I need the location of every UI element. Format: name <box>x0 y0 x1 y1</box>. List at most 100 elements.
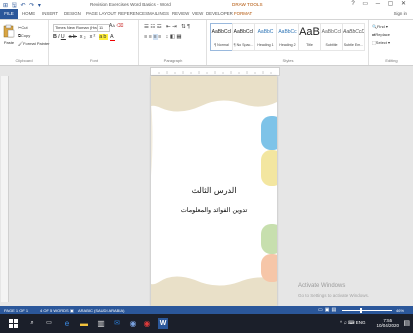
paste-label: Paste <box>3 40 15 45</box>
read-mode-icon: ▭ <box>318 307 325 313</box>
find-button[interactable]: 🔍Find ▾ <box>372 24 388 29</box>
subscript-icon: x₂ <box>79 34 87 40</box>
font-group: Times New Roman (Hea 11 AA ⌫ BIU ab x₂ x… <box>50 20 139 65</box>
style-no-spacing[interactable]: AaBbCcI ¶ No Spac... <box>232 23 255 51</box>
tab-format[interactable]: FORMAT <box>234 11 252 16</box>
copy-label: Copy <box>20 33 31 38</box>
tab-mailings[interactable]: MAILINGS <box>148 11 169 16</box>
tab-home[interactable]: HOME <box>22 11 35 16</box>
proofing-icon[interactable]: ▣ <box>70 308 74 313</box>
select-label: Select ▾ <box>375 40 391 45</box>
media-player-icon[interactable]: ◉ <box>142 318 152 329</box>
tab-design[interactable]: DESIGN <box>64 11 81 16</box>
select-button[interactable]: ⬚Select ▾ <box>372 40 390 45</box>
style-name: Title <box>306 43 313 47</box>
document-title[interactable]: الدرس الثالث <box>151 186 277 195</box>
style-name: Subtle Em... <box>343 43 364 47</box>
style-preview: AaBbCcD <box>343 29 364 35</box>
file-explorer-icon[interactable]: ▬ <box>79 318 89 329</box>
style-name: Subtitle <box>325 43 338 47</box>
style-preview: AaBbCcI <box>211 29 232 35</box>
blue-decor-band <box>261 116 277 150</box>
web-layout-icon: ▤ <box>331 307 339 313</box>
shrink-font-icon: A <box>112 23 116 28</box>
search-icon[interactable]: ⌕ <box>27 318 37 329</box>
paste-button[interactable]: Paste <box>3 24 15 46</box>
tab-developer[interactable]: DEVELOPER <box>206 11 233 16</box>
status-bar: PAGE 1 OF 1 4 OF 5 WORDS ▣ ARABIC (SAUDI… <box>0 306 413 314</box>
strikethrough-icon: ab <box>68 34 77 40</box>
vertical-ruler[interactable] <box>1 76 9 302</box>
zoom-slider-thumb[interactable] <box>360 307 362 313</box>
word-count[interactable]: 4 OF 5 WORDS <box>40 308 69 313</box>
word-taskbar-icon[interactable]: W <box>158 318 168 329</box>
system-tray[interactable]: ^ ♫ ⌨ ENG <box>340 320 365 326</box>
paste-icon <box>3 24 15 38</box>
clipboard-group-label: Clipboard <box>15 58 33 63</box>
document-page[interactable]: الدرس الثالث تدوين الفوائد والمعلومات <box>151 76 277 306</box>
increase-indent-icon: ⇥ <box>172 24 179 30</box>
edge-icon[interactable]: e <box>62 318 72 329</box>
peach-decor-band <box>261 254 277 282</box>
ribbon-tabs: FILE HOME INSERT DESIGN PAGE LAYOUT REFE… <box>0 9 413 20</box>
alignment-buttons[interactable]: ≡≡≡≡ ↕◧▦ <box>144 34 183 40</box>
style-preview: AaB <box>299 26 320 38</box>
tab-review[interactable]: REVIEW <box>172 11 189 16</box>
style-subtitle[interactable]: AaBbCcI Subtitle <box>320 23 343 51</box>
tab-page-layout[interactable]: PAGE LAYOUT <box>86 11 116 16</box>
green-decor-band <box>261 224 277 254</box>
style-normal[interactable]: AaBbCcI ¶ Normal <box>210 23 233 51</box>
activate-windows-hint: Go to Settings to activate Windows. <box>298 293 370 298</box>
clock-date: 10/04/2020 <box>376 323 399 328</box>
tab-file[interactable]: FILE <box>0 9 18 19</box>
window-controls[interactable]: ? ▭ ─ ▢ ✕ <box>351 0 409 7</box>
cut-label: Cut <box>21 25 28 30</box>
notification-icon[interactable]: ▤ <box>403 319 410 327</box>
view-buttons[interactable]: ▭▣▤ <box>318 307 338 313</box>
style-title[interactable]: AaB Title <box>298 23 321 51</box>
app-icon[interactable]: ◉ <box>128 318 138 329</box>
language-indicator[interactable]: ARABIC (SAUDI ARABIA) <box>78 308 124 313</box>
zoom-slider[interactable] <box>342 307 392 313</box>
page-count[interactable]: PAGE 1 OF 1 <box>4 308 28 313</box>
mail-icon[interactable]: ✉ <box>112 318 122 329</box>
yellow-decor-band <box>261 150 277 186</box>
style-preview: AaBbC <box>257 29 274 35</box>
font-format-buttons[interactable]: BIU ab x₂ x² ab A <box>53 34 115 41</box>
format-painter-button[interactable]: 🖌Format Painter <box>18 41 50 46</box>
editing-group-label: Editing <box>385 58 398 63</box>
cut-button[interactable]: ✂Cut <box>18 25 28 30</box>
start-icon[interactable] <box>8 318 18 329</box>
list-buttons[interactable]: ☰☷☲ ⇤⇥ ⇅¶ <box>144 24 192 30</box>
multilevel-icon: ☲ <box>156 24 164 30</box>
style-preview: AaBbCcI <box>233 29 254 35</box>
superscript-icon: x² <box>89 34 97 40</box>
document-subtitle[interactable]: تدوين الفوائد والمعلومات <box>151 206 277 214</box>
editing-group: 🔍Find ▾ ⇄Replace ⬚Select ▾ Editing <box>370 20 413 65</box>
copy-button[interactable]: ⧉Copy <box>18 33 30 38</box>
task-view-icon[interactable]: ▭ <box>44 318 54 329</box>
paragraph-group-label: Paragraph <box>163 58 183 63</box>
style-preview: AaBbCcI <box>321 29 342 35</box>
windows-taskbar: ⌕ ▭ e ▬ ▥ ✉ ◉ ◉ W ^ ♫ ⌨ ENG 7:55 10/04/2… <box>0 314 413 333</box>
style-name: ¶ Normal <box>214 43 229 47</box>
clear-formatting-icon: ⌫ <box>116 23 124 29</box>
style-name: Heading 1 <box>257 43 274 47</box>
styles-group: AaBbCcI ¶ Normal AaBbCcI ¶ No Spac... Aa… <box>208 20 369 65</box>
find-label: Find ▾ <box>376 24 388 29</box>
tab-view[interactable]: VIEW <box>192 11 203 16</box>
replace-button[interactable]: ⇄Replace <box>372 32 390 37</box>
clock[interactable]: 7:55 10/04/2020 <box>376 318 399 328</box>
context-tab-label: DRAW TOOLS <box>232 2 263 7</box>
style-subtle-emphasis[interactable]: AaBbCcD Subtle Em... <box>342 23 365 51</box>
font-size-buttons[interactable]: AA ⌫ <box>109 23 123 29</box>
tab-insert[interactable]: INSERT <box>42 11 58 16</box>
style-heading-2[interactable]: AaBbCc Heading 2 <box>276 23 299 51</box>
store-icon[interactable]: ▥ <box>96 318 106 329</box>
tab-references[interactable]: REFERENCES <box>118 11 148 16</box>
font-name-combo[interactable]: Times New Roman (Hea <box>53 24 98 32</box>
zoom-level[interactable]: 46% <box>396 308 404 313</box>
sign-in-link[interactable]: Sign in <box>394 11 407 16</box>
style-heading-1[interactable]: AaBbC Heading 1 <box>254 23 277 51</box>
horizontal-ruler[interactable] <box>150 67 280 76</box>
